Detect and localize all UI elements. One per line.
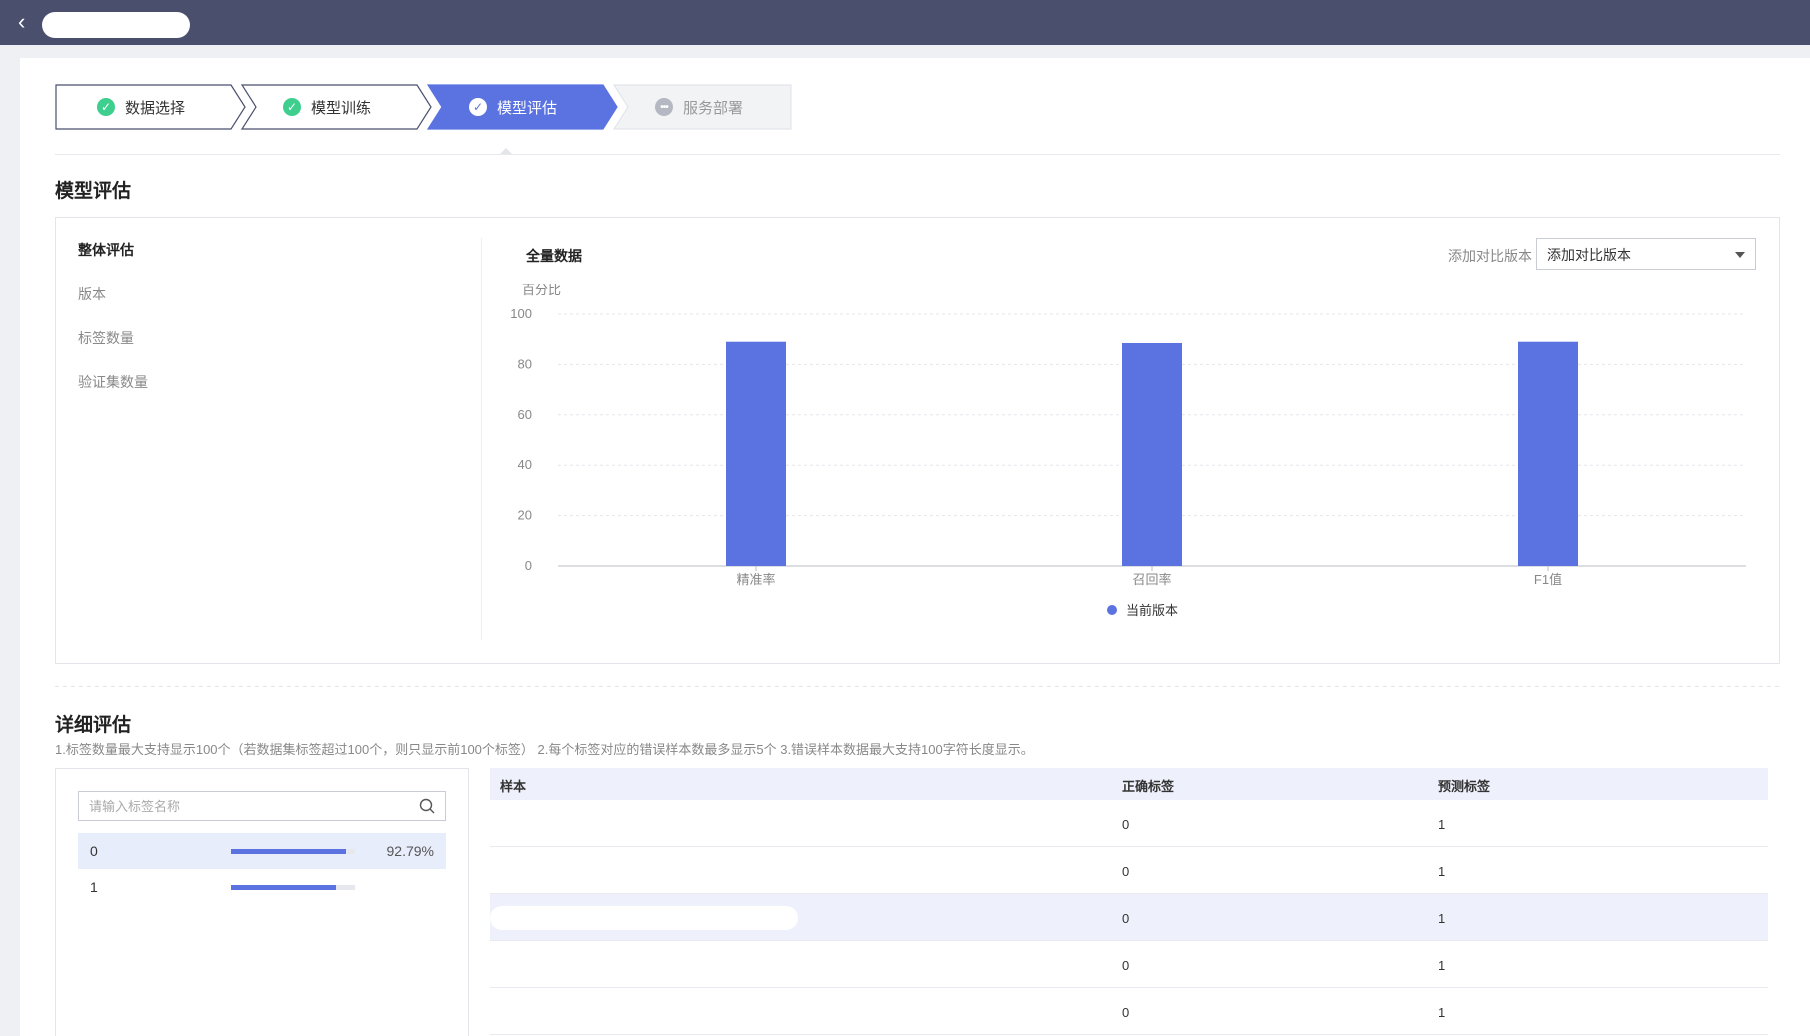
field-version: 版本 bbox=[78, 286, 106, 302]
main-panel: ✓ 数据选择 ✓ 模型训练 ✓ 模型评估 ••• 服务部署 模型评估 整体评估 … bbox=[20, 58, 1810, 1036]
label-progress-fill bbox=[231, 885, 337, 890]
label-progress-track bbox=[231, 885, 355, 890]
cell-predicted-label: 1 bbox=[1438, 817, 1446, 832]
y-tick-label: 40 bbox=[518, 457, 532, 472]
step-label: 模型评估 bbox=[497, 99, 558, 117]
col-predicted-label: 预测标签 bbox=[1438, 779, 1491, 794]
dashed-divider bbox=[55, 686, 1780, 687]
step-service-deployment[interactable]: ••• 服务部署 bbox=[613, 84, 792, 130]
bar bbox=[1122, 342, 1182, 566]
check-circle-icon: ✓ bbox=[97, 98, 115, 116]
table-row[interactable]: 01 bbox=[490, 941, 1768, 988]
check-circle-icon: ✓ bbox=[283, 98, 301, 116]
cell-predicted-label: 1 bbox=[1438, 864, 1446, 879]
bar-chart: 百分比 0 20 40 60 80 100 精准率 召回率 F1值当前版本 bbox=[510, 284, 1746, 618]
bar bbox=[726, 341, 786, 566]
step-label: 服务部署 bbox=[683, 99, 744, 117]
bar bbox=[1518, 341, 1578, 566]
field-validation-count: 验证集数量 bbox=[78, 374, 148, 390]
col-correct-label: 正确标签 bbox=[1122, 779, 1175, 794]
check-circle-icon: ✓ bbox=[469, 98, 487, 116]
page-title-redacted bbox=[42, 12, 190, 38]
label-search-input[interactable] bbox=[79, 792, 399, 820]
y-axis-label: 百分比 bbox=[522, 284, 561, 297]
error-sample-table: 样本 正确标签 预测标签 0101010101 bbox=[490, 768, 1768, 1035]
x-tick-label: 召回率 bbox=[1132, 572, 1171, 587]
label-progress-track bbox=[231, 849, 355, 854]
label-name: 0 bbox=[90, 843, 98, 859]
section-title-detail: 详细评估 bbox=[55, 715, 132, 736]
table-row[interactable]: 01 bbox=[490, 847, 1768, 894]
table-row[interactable]: 01 bbox=[490, 988, 1768, 1035]
compare-select-value: 添加对比版本 bbox=[1547, 247, 1631, 263]
pending-dots-icon: ••• bbox=[655, 98, 673, 116]
detail-note: 1.标签数量最大支持显示100个（若数据集标签超过100个，则只显示前100个标… bbox=[55, 742, 1034, 757]
step-model-evaluation[interactable]: ✓ 模型评估 bbox=[427, 84, 618, 130]
step-model-training[interactable]: ✓ 模型训练 bbox=[241, 84, 432, 130]
cell-predicted-label: 1 bbox=[1438, 911, 1446, 926]
y-tick-label: 60 bbox=[518, 407, 532, 422]
cell-predicted-label: 1 bbox=[1438, 958, 1446, 973]
compare-version-label: 添加对比版本 bbox=[1448, 248, 1532, 264]
sample-redacted bbox=[490, 906, 798, 930]
step-data-selection[interactable]: ✓ 数据选择 bbox=[55, 84, 246, 130]
section-title-evaluation: 模型评估 bbox=[55, 181, 132, 202]
label-row[interactable]: 0 92.79% bbox=[78, 833, 446, 869]
y-tick-label: 100 bbox=[510, 306, 532, 321]
y-tick-label: 0 bbox=[525, 558, 532, 573]
cell-correct-label: 0 bbox=[1122, 958, 1130, 973]
label-name: 1 bbox=[90, 879, 98, 895]
x-tick-label: 精准率 bbox=[736, 572, 775, 587]
cell-correct-label: 0 bbox=[1122, 1005, 1130, 1020]
col-sample: 样本 bbox=[500, 779, 527, 794]
evaluation-card: 整体评估 版本 标签数量 验证集数量 全量数据 添加对比版本 添加对比版本 百分… bbox=[55, 217, 1780, 664]
chart-title: 全量数据 bbox=[526, 248, 582, 264]
step-wizard: ✓ 数据选择 ✓ 模型训练 ✓ 模型评估 ••• 服务部署 bbox=[55, 84, 815, 130]
overall-heading: 整体评估 bbox=[78, 242, 134, 258]
y-tick-label: 20 bbox=[518, 508, 532, 523]
label-percent: 92.79% bbox=[386, 843, 434, 859]
divider bbox=[55, 154, 1780, 155]
search-icon[interactable] bbox=[419, 798, 435, 814]
cell-correct-label: 0 bbox=[1122, 864, 1130, 879]
label-panel: 0 92.79% 1 bbox=[55, 768, 469, 1036]
back-arrow-icon[interactable]: ‹ bbox=[18, 11, 42, 35]
label-progress-fill bbox=[231, 849, 347, 854]
x-tick-label: F1值 bbox=[1534, 572, 1562, 587]
cell-predicted-label: 1 bbox=[1438, 1005, 1446, 1020]
step-label: 数据选择 bbox=[125, 99, 186, 117]
table-row[interactable]: 01 bbox=[490, 894, 1768, 941]
vertical-divider bbox=[481, 238, 482, 640]
caret-down-icon bbox=[1735, 252, 1745, 258]
legend-label: 当前版本 bbox=[1126, 603, 1178, 618]
cell-correct-label: 0 bbox=[1122, 817, 1130, 832]
compare-version-select[interactable]: 添加对比版本 bbox=[1536, 238, 1756, 270]
overall-evaluation: 整体评估 版本 标签数量 验证集数量 bbox=[78, 240, 148, 416]
label-search-box bbox=[78, 791, 446, 821]
step-label: 模型训练 bbox=[311, 99, 372, 117]
field-label-count: 标签数量 bbox=[78, 330, 134, 346]
label-row[interactable]: 1 bbox=[78, 869, 446, 905]
top-bar: ‹ bbox=[0, 0, 1810, 45]
legend-marker bbox=[1107, 605, 1117, 615]
table-header: 样本 正确标签 预测标签 bbox=[490, 768, 1768, 800]
table-body: 0101010101 bbox=[490, 800, 1768, 1035]
y-tick-label: 80 bbox=[518, 356, 532, 371]
table-row[interactable]: 01 bbox=[490, 800, 1768, 847]
cell-correct-label: 0 bbox=[1122, 911, 1130, 926]
